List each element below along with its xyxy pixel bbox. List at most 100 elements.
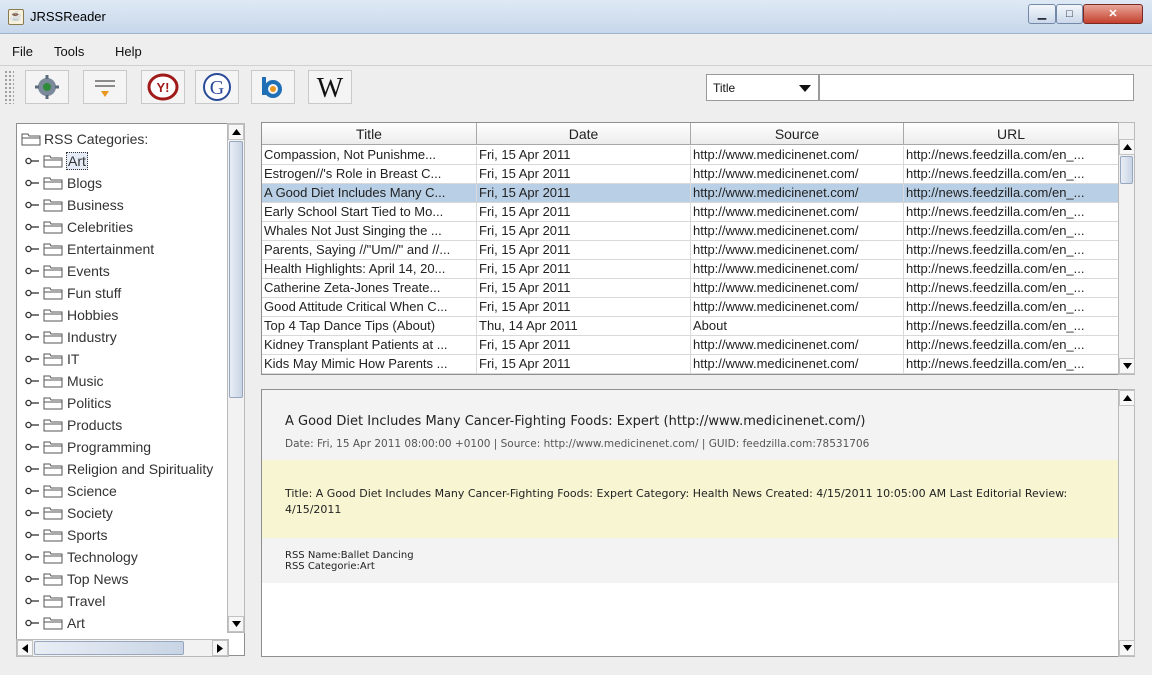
column-header-date[interactable]: Date (477, 123, 691, 144)
expand-handle-icon[interactable] (25, 309, 39, 321)
expand-handle-icon[interactable] (25, 573, 39, 585)
tree-item[interactable]: Programming (25, 436, 152, 458)
svg-text:G: G (210, 77, 224, 99)
tree-root[interactable]: RSS Categories: (21, 128, 148, 150)
column-header-url[interactable]: URL (904, 123, 1119, 144)
column-header-source[interactable]: Source (691, 123, 904, 144)
expand-handle-icon[interactable] (25, 221, 39, 233)
tree-item[interactable]: Celebrities (25, 216, 134, 238)
arrow-up-icon (1122, 395, 1132, 401)
scroll-left-button[interactable] (17, 640, 33, 656)
close-button[interactable]: ✕ (1083, 4, 1143, 24)
yahoo-button[interactable]: Y! (141, 70, 185, 104)
table-row[interactable]: Good Attitude Critical When C... Fri, 15 … (262, 298, 1119, 317)
expand-handle-icon[interactable] (25, 595, 39, 607)
search-input[interactable] (819, 74, 1134, 101)
scroll-down-button[interactable] (1119, 358, 1135, 374)
menu-help[interactable]: Help (115, 44, 142, 59)
expand-handle-icon[interactable] (25, 507, 39, 519)
table-row[interactable]: Early School Start Tied to Mo... Fri, 15 … (262, 203, 1119, 222)
scroll-up-button[interactable] (1119, 390, 1135, 406)
column-header-title[interactable]: Title (262, 123, 477, 144)
toolbar-grip[interactable] (4, 70, 14, 104)
table-row[interactable]: Catherine Zeta-Jones Treate... Fri, 15 Ap… (262, 279, 1119, 298)
table-row[interactable]: Kidney Transplant Patients at ... Fri, 15… (262, 336, 1119, 355)
bing-button[interactable] (251, 70, 295, 104)
tree-item[interactable]: Art (25, 150, 88, 172)
tree-horizontal-scrollbar[interactable] (16, 639, 229, 657)
expand-handle-icon[interactable] (25, 397, 39, 409)
scroll-down-button[interactable] (1119, 640, 1135, 656)
tree-item[interactable]: Music (25, 370, 105, 392)
expand-handle-icon[interactable] (25, 155, 39, 167)
tree-item[interactable]: Industry (25, 326, 118, 348)
expand-handle-icon[interactable] (25, 353, 39, 365)
tree-item[interactable]: Hobbies (25, 304, 119, 326)
scroll-down-button[interactable] (228, 616, 244, 632)
scroll-right-button[interactable] (212, 640, 228, 656)
minimize-button[interactable]: ▁ (1028, 4, 1056, 24)
tree-item[interactable]: Art (25, 612, 86, 634)
table-row[interactable]: Kids May Mimic How Parents ... Fri, 15 Ap… (262, 355, 1119, 374)
expand-handle-icon[interactable] (25, 617, 39, 629)
expand-handle-icon[interactable] (25, 265, 39, 277)
tree-item[interactable]: Blogs (25, 172, 103, 194)
expand-handle-icon[interactable] (25, 243, 39, 255)
tree-item[interactable]: Technology (25, 546, 139, 568)
scroll-thumb[interactable] (34, 641, 184, 655)
tree-item[interactable]: Society (25, 502, 114, 524)
scroll-thumb[interactable] (229, 141, 243, 398)
folder-icon (43, 309, 63, 322)
detail-title[interactable]: A Good Diet Includes Many Cancer-Fightin… (285, 414, 865, 429)
expand-handle-icon[interactable] (25, 199, 39, 211)
expand-handle-icon[interactable] (25, 331, 39, 343)
expand-handle-icon[interactable] (25, 177, 39, 189)
table-row[interactable]: Compassion, Not Punishme... Fri, 15 Apr 2… (262, 146, 1119, 165)
bing-icon (262, 77, 282, 98)
tree-item[interactable]: Top News (25, 568, 129, 590)
tree-item[interactable]: Sports (25, 524, 108, 546)
tree-item-label: Blogs (67, 175, 103, 191)
tree-item[interactable]: Politics (25, 392, 112, 414)
tree-item[interactable]: Science (25, 480, 118, 502)
scroll-thumb[interactable] (1120, 156, 1133, 184)
expand-handle-icon[interactable] (25, 529, 39, 541)
rss-feed-button[interactable] (83, 70, 127, 104)
tree-item[interactable]: Products (25, 414, 123, 436)
table-row[interactable]: Top 4 Tap Dance Tips (About) Thu, 14 Apr … (262, 317, 1119, 336)
expand-handle-icon[interactable] (25, 441, 39, 453)
settings-button[interactable] (25, 70, 69, 104)
tree-item[interactable]: Religion and Spirituality (25, 458, 214, 480)
table-row[interactable]: A Good Diet Includes Many C... Fri, 15 Ap… (262, 184, 1119, 203)
tree-item[interactable]: Travel (25, 590, 106, 612)
tree-item[interactable]: Entertainment (25, 238, 155, 260)
table-row[interactable]: Health Highlights: April 14, 20... Fri, 1… (262, 260, 1119, 279)
table-row[interactable]: Parents, Saying //"Um//" and //... Fri, 1… (262, 241, 1119, 260)
folder-icon (43, 507, 63, 520)
wikipedia-button[interactable]: W (308, 70, 352, 104)
menu-file[interactable]: File (12, 44, 33, 59)
expand-handle-icon[interactable] (25, 463, 39, 475)
expand-handle-icon[interactable] (25, 551, 39, 563)
tree-item[interactable]: Business (25, 194, 125, 216)
table-vertical-scrollbar[interactable] (1118, 122, 1135, 375)
detail-vertical-scrollbar[interactable] (1118, 389, 1135, 657)
scroll-up-button[interactable] (1119, 139, 1135, 155)
tree-item[interactable]: Events (25, 260, 111, 282)
tree-item[interactable]: IT (25, 348, 80, 370)
search-field-select[interactable]: Title (706, 74, 819, 101)
scroll-up-button[interactable] (228, 124, 244, 140)
menu-tools[interactable]: Tools (54, 44, 84, 59)
maximize-button[interactable]: □ (1056, 4, 1083, 24)
table-row[interactable]: Whales Not Just Singing the ... Fri, 15 A… (262, 222, 1119, 241)
expand-handle-icon[interactable] (25, 485, 39, 497)
expand-handle-icon[interactable] (25, 375, 39, 387)
tree-item[interactable]: Fun stuff (25, 282, 122, 304)
google-button[interactable]: G (195, 70, 239, 104)
tree-vertical-scrollbar[interactable] (227, 123, 245, 633)
chevron-down-icon (799, 85, 811, 92)
table-row[interactable]: Estrogen//'s Role in Breast C... Fri, 15 … (262, 165, 1119, 184)
yahoo-icon: Y! (147, 73, 179, 101)
expand-handle-icon[interactable] (25, 419, 39, 431)
expand-handle-icon[interactable] (25, 287, 39, 299)
